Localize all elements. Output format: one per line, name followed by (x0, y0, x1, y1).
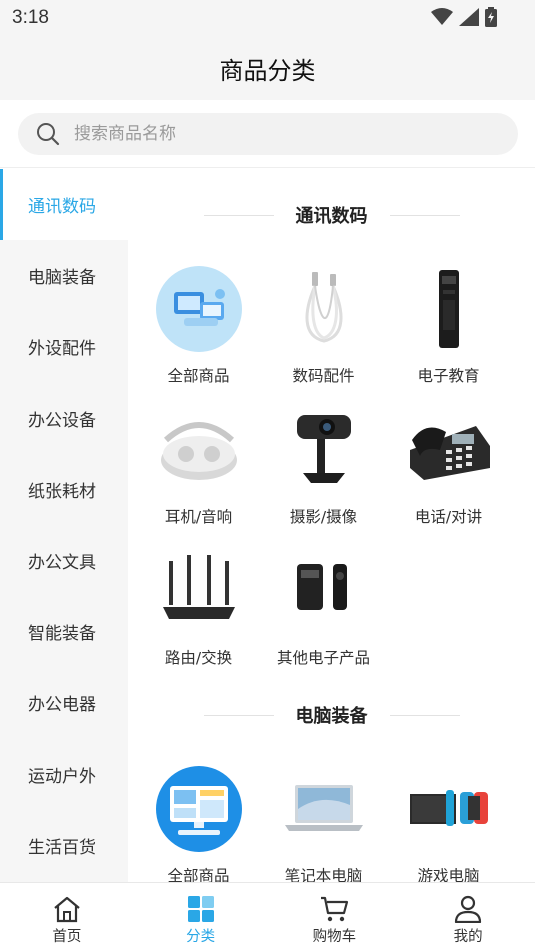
sidebar-item-computer-equipment[interactable]: 电脑装备 (0, 240, 128, 311)
search-icon (37, 123, 60, 146)
sidebar-item-label: 纸张耗材 (28, 481, 96, 502)
category-item[interactable]: 游戏电脑 (386, 764, 511, 882)
page-title: 商品分类 (219, 56, 316, 85)
category-content: 通讯数码 全部商品 数码配件 电子教育 耳机/音响 摄影/摄像 电话/对讲 路由… (128, 169, 535, 882)
user-icon (455, 895, 482, 923)
search-bar (0, 100, 535, 168)
sidebar-item-office-equipment[interactable]: 办公设备 (0, 383, 128, 454)
sidebar-item-communication-digital[interactable]: 通讯数码 (0, 169, 128, 241)
voice-recorder-icon (404, 264, 494, 354)
body-camera-icon (279, 546, 369, 636)
divider (389, 714, 460, 716)
sidebar-item-label: 办公电器 (28, 695, 96, 716)
category-item[interactable]: 数码配件 (261, 264, 386, 394)
category-item-label: 摄影/摄像 (289, 508, 358, 526)
section-title: 电脑装备 (295, 706, 368, 727)
game-console-icon (404, 764, 494, 854)
section-header: 电脑装备 (128, 700, 535, 730)
section-header: 通讯数码 (128, 200, 535, 230)
tab-home[interactable]: 首页 (0, 883, 134, 951)
category-item[interactable]: 路由/交换 (136, 546, 261, 676)
tab-label: 购物车 (312, 929, 357, 945)
category-item-label: 电子教育 (417, 367, 480, 385)
battery-icon (485, 7, 497, 27)
category-item-label: 电话/对讲 (414, 508, 483, 526)
cart-icon (321, 896, 349, 922)
earbuds-case-icon (154, 405, 244, 495)
sidebar-item-label: 外设配件 (28, 339, 96, 360)
usb-cable-icon (279, 264, 369, 354)
sidebar-item-office-appliances[interactable]: 办公电器 (0, 667, 128, 738)
sidebar-item-label: 办公文具 (28, 553, 96, 574)
desk-phone-icon (404, 405, 494, 495)
tab-profile[interactable]: 我的 (401, 883, 535, 951)
status-icons (431, 6, 497, 28)
category-item[interactable]: 电子教育 (386, 264, 511, 394)
sidebar-item-label: 通讯数码 (28, 197, 96, 218)
laptop-icon (279, 764, 369, 854)
category-item[interactable]: 笔记本电脑 (261, 764, 386, 882)
home-icon (54, 896, 80, 923)
divider (203, 214, 274, 216)
category-item[interactable]: 电话/对讲 (386, 405, 511, 535)
router-icon (154, 546, 244, 636)
all-products-icon (154, 264, 244, 354)
category-grid-icon (187, 896, 214, 922)
tab-label: 分类 (186, 929, 216, 945)
category-item[interactable]: 全部商品 (136, 764, 261, 882)
status-time: 3:18 (12, 7, 49, 28)
tab-category[interactable]: 分类 (134, 883, 268, 951)
category-item-label: 耳机/音响 (164, 508, 233, 526)
category-item[interactable]: 全部商品 (136, 264, 261, 394)
signal-icon (459, 8, 479, 26)
category-item-label: 游戏电脑 (417, 867, 480, 882)
sidebar-item-stationery[interactable]: 办公文具 (0, 525, 128, 596)
status-bar: 3:18 (0, 0, 535, 36)
sidebar-item-paper-consumables[interactable]: 纸张耗材 (0, 454, 128, 525)
tab-label: 首页 (52, 929, 82, 945)
sidebar-item-label: 办公设备 (28, 410, 96, 431)
sidebar-item-label: 生活百货 (28, 837, 96, 858)
page-header: 商品分类 (0, 36, 535, 100)
tab-cart[interactable]: 购物车 (268, 883, 402, 951)
wifi-icon (431, 8, 453, 25)
sidebar-item-daily-goods[interactable]: 生活百货 (0, 810, 128, 881)
sidebar-item-label: 智能装备 (28, 624, 96, 645)
category-item-label: 全部商品 (167, 367, 230, 385)
search-input[interactable] (74, 124, 454, 144)
category-item-label: 笔记本电脑 (284, 867, 363, 882)
category-item-label: 路由/交换 (164, 649, 233, 667)
bottom-tabbar: 首页 分类 购物车 我的 (0, 882, 535, 951)
section-title: 通讯数码 (295, 206, 368, 227)
sidebar-item-label: 电脑装备 (28, 268, 96, 289)
webcam-icon (279, 405, 369, 495)
category-sidebar: 通讯数码 电脑装备 外设配件 办公设备 纸张耗材 办公文具 智能装备 办公电器 … (0, 169, 128, 882)
divider (389, 214, 460, 216)
sidebar-item-smart-devices[interactable]: 智能装备 (0, 596, 128, 667)
category-item[interactable]: 其他电子产品 (261, 546, 386, 676)
desktop-computer-icon (154, 764, 244, 854)
divider (203, 714, 274, 716)
search-box[interactable] (18, 113, 518, 155)
tab-label: 我的 (453, 929, 483, 945)
category-item[interactable]: 摄影/摄像 (261, 405, 386, 535)
category-item[interactable]: 耳机/音响 (136, 405, 261, 535)
category-item-label: 其他电子产品 (276, 649, 370, 667)
sidebar-item-sports-outdoor[interactable]: 运动户外 (0, 739, 128, 810)
sidebar-item-peripherals[interactable]: 外设配件 (0, 311, 128, 382)
sidebar-item-label: 运动户外 (28, 766, 96, 787)
category-item-label: 全部商品 (167, 867, 230, 882)
category-item-label: 数码配件 (292, 367, 355, 385)
